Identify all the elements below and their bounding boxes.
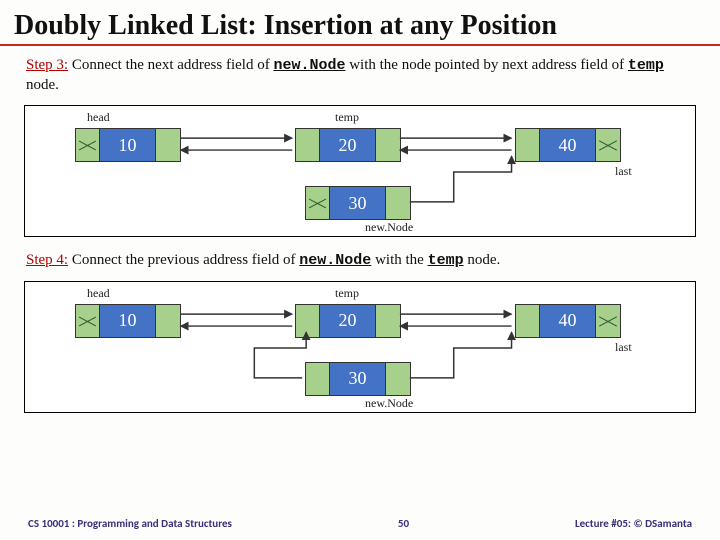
node-value: 20 bbox=[320, 129, 376, 161]
node-20: 20 bbox=[295, 128, 401, 162]
label-last: last bbox=[615, 164, 632, 179]
node-30: 30 bbox=[305, 362, 411, 396]
keyword-temp: temp bbox=[628, 57, 664, 74]
footer-left: CS 10001 : Programming and Data Structur… bbox=[28, 517, 232, 530]
step-4-label: Step 4: bbox=[26, 252, 68, 268]
keyword-newnode: new.Node bbox=[299, 252, 371, 269]
next-ptr-icon bbox=[386, 187, 410, 219]
next-null-icon bbox=[596, 129, 620, 161]
node-10: 10 bbox=[75, 304, 181, 338]
label-newnode: new.Node bbox=[365, 220, 413, 235]
node-40: 40 bbox=[515, 304, 621, 338]
next-ptr-icon bbox=[156, 305, 180, 337]
next-ptr-icon bbox=[376, 129, 400, 161]
next-ptr-icon bbox=[376, 305, 400, 337]
node-20: 20 bbox=[295, 304, 401, 338]
node-value: 30 bbox=[330, 363, 386, 395]
prev-ptr-icon bbox=[516, 129, 540, 161]
step-3-label: Step 3: bbox=[26, 57, 68, 73]
prev-ptr-icon bbox=[296, 305, 320, 337]
slide-footer: CS 10001 : Programming and Data Structur… bbox=[0, 517, 720, 530]
footer-right: Lecture #05: © DSamanta bbox=[575, 517, 692, 530]
prev-ptr-icon bbox=[296, 129, 320, 161]
diagram-step3: head temp last new.Node 10 20 40 30 bbox=[24, 105, 696, 237]
label-temp: temp bbox=[335, 286, 359, 301]
prev-null-icon bbox=[306, 187, 330, 219]
diagram-step4: head temp last new.Node 10 20 40 30 bbox=[24, 281, 696, 413]
node-value: 40 bbox=[540, 305, 596, 337]
node-value: 10 bbox=[100, 305, 156, 337]
keyword-newnode: new.Node bbox=[273, 57, 345, 74]
node-40: 40 bbox=[515, 128, 621, 162]
step-3-text: Step 3: Connect the next address field o… bbox=[0, 56, 720, 95]
label-head: head bbox=[87, 110, 110, 125]
prev-null-icon bbox=[76, 129, 100, 161]
node-value: 30 bbox=[330, 187, 386, 219]
prev-null-icon bbox=[76, 305, 100, 337]
next-ptr-icon bbox=[156, 129, 180, 161]
node-value: 40 bbox=[540, 129, 596, 161]
label-last: last bbox=[615, 340, 632, 355]
keyword-temp: temp bbox=[428, 252, 464, 269]
footer-page-number: 50 bbox=[398, 517, 409, 530]
next-null-icon bbox=[596, 305, 620, 337]
label-temp: temp bbox=[335, 110, 359, 125]
node-value: 10 bbox=[100, 129, 156, 161]
node-30: 30 bbox=[305, 186, 411, 220]
label-head: head bbox=[87, 286, 110, 301]
next-ptr-icon bbox=[386, 363, 410, 395]
step-4-text: Step 4: Connect the previous address fie… bbox=[0, 251, 720, 271]
prev-ptr-icon bbox=[516, 305, 540, 337]
node-10: 10 bbox=[75, 128, 181, 162]
label-newnode: new.Node bbox=[365, 396, 413, 411]
slide-title: Doubly Linked List: Insertion at any Pos… bbox=[0, 0, 720, 46]
prev-ptr-icon bbox=[306, 363, 330, 395]
node-value: 20 bbox=[320, 305, 376, 337]
